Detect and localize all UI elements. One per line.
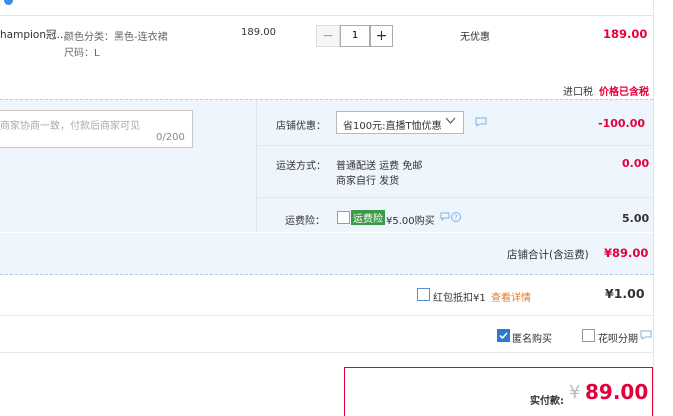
item-sku-color: 颜色分类：黑色-连衣裙 [64,32,168,43]
insurance-badge: 运费险 [351,210,385,225]
insurance-label: 运费险： [285,216,325,227]
huabei-checkbox[interactable] [582,329,595,342]
insurance-price: ¥5.00购买 [386,216,435,227]
quantity-decrease-button[interactable]: − [316,25,340,47]
store-discount-label: 店铺优惠： [276,121,326,132]
divider [0,352,653,353]
huabei-label: 花呗分期 [598,334,638,345]
insurance-value: 5.00 [622,212,650,225]
item-promo: 无优惠 [460,32,490,43]
payment-amount: 89.00 [585,380,649,404]
svg-text:?: ? [454,214,458,222]
divider [0,315,653,316]
divider [257,145,653,146]
shipping-label: 运送方式： [276,161,326,172]
tax-value: 价格已含税 [599,87,649,98]
check-icon [499,332,508,340]
quantity-increase-button[interactable]: + [370,25,393,47]
shipping-method: 普通配送 运费 免邮 [336,161,423,172]
divider [653,0,654,415]
chat-bubble-icon[interactable] [640,330,652,340]
tax-label: 进口税 [563,87,593,98]
divider [0,99,653,100]
info-dot-icon [4,0,13,5]
quantity-input[interactable]: 1 [340,25,370,47]
anonymous-label: 匿名购买 [512,334,552,345]
item-sku-size: 尺码：L [64,48,100,59]
redpacket-details-link[interactable]: 查看详情 [491,289,531,304]
divider [256,100,257,232]
redpacket-label: 红包抵扣¥1 [433,293,486,304]
store-discount-selected: 省100元:直播T恤优惠 [343,121,442,132]
shipping-dispatch: 商家自行 发货 [336,176,400,187]
chevron-down-icon [445,117,456,124]
unit-price: 189.00 [241,27,276,38]
item-subtotal: 189.00 [603,27,648,41]
payment-label: 实付款: [530,396,564,407]
shipping-value: 0.00 [622,157,650,170]
divider [257,197,653,198]
message-counter: 0/200 [156,132,185,143]
payment-currency: ¥ [569,382,581,403]
message-placeholder: 商家协商一致，付款后商家可见 [0,121,140,132]
divider [0,15,653,16]
store-total-value: ¥89.00 [604,246,649,260]
item-title[interactable]: hampion冠... [0,27,67,42]
store-discount-value: -100.00 [598,117,646,130]
store-total-label: 店铺合计(含运费) [507,249,589,261]
redpacket-value: ¥1.00 [605,286,645,301]
help-question-icon[interactable]: ? [440,211,462,223]
chat-bubble-icon[interactable] [475,117,487,127]
insurance-checkbox[interactable] [337,211,350,224]
redpacket-checkbox[interactable] [417,288,430,301]
